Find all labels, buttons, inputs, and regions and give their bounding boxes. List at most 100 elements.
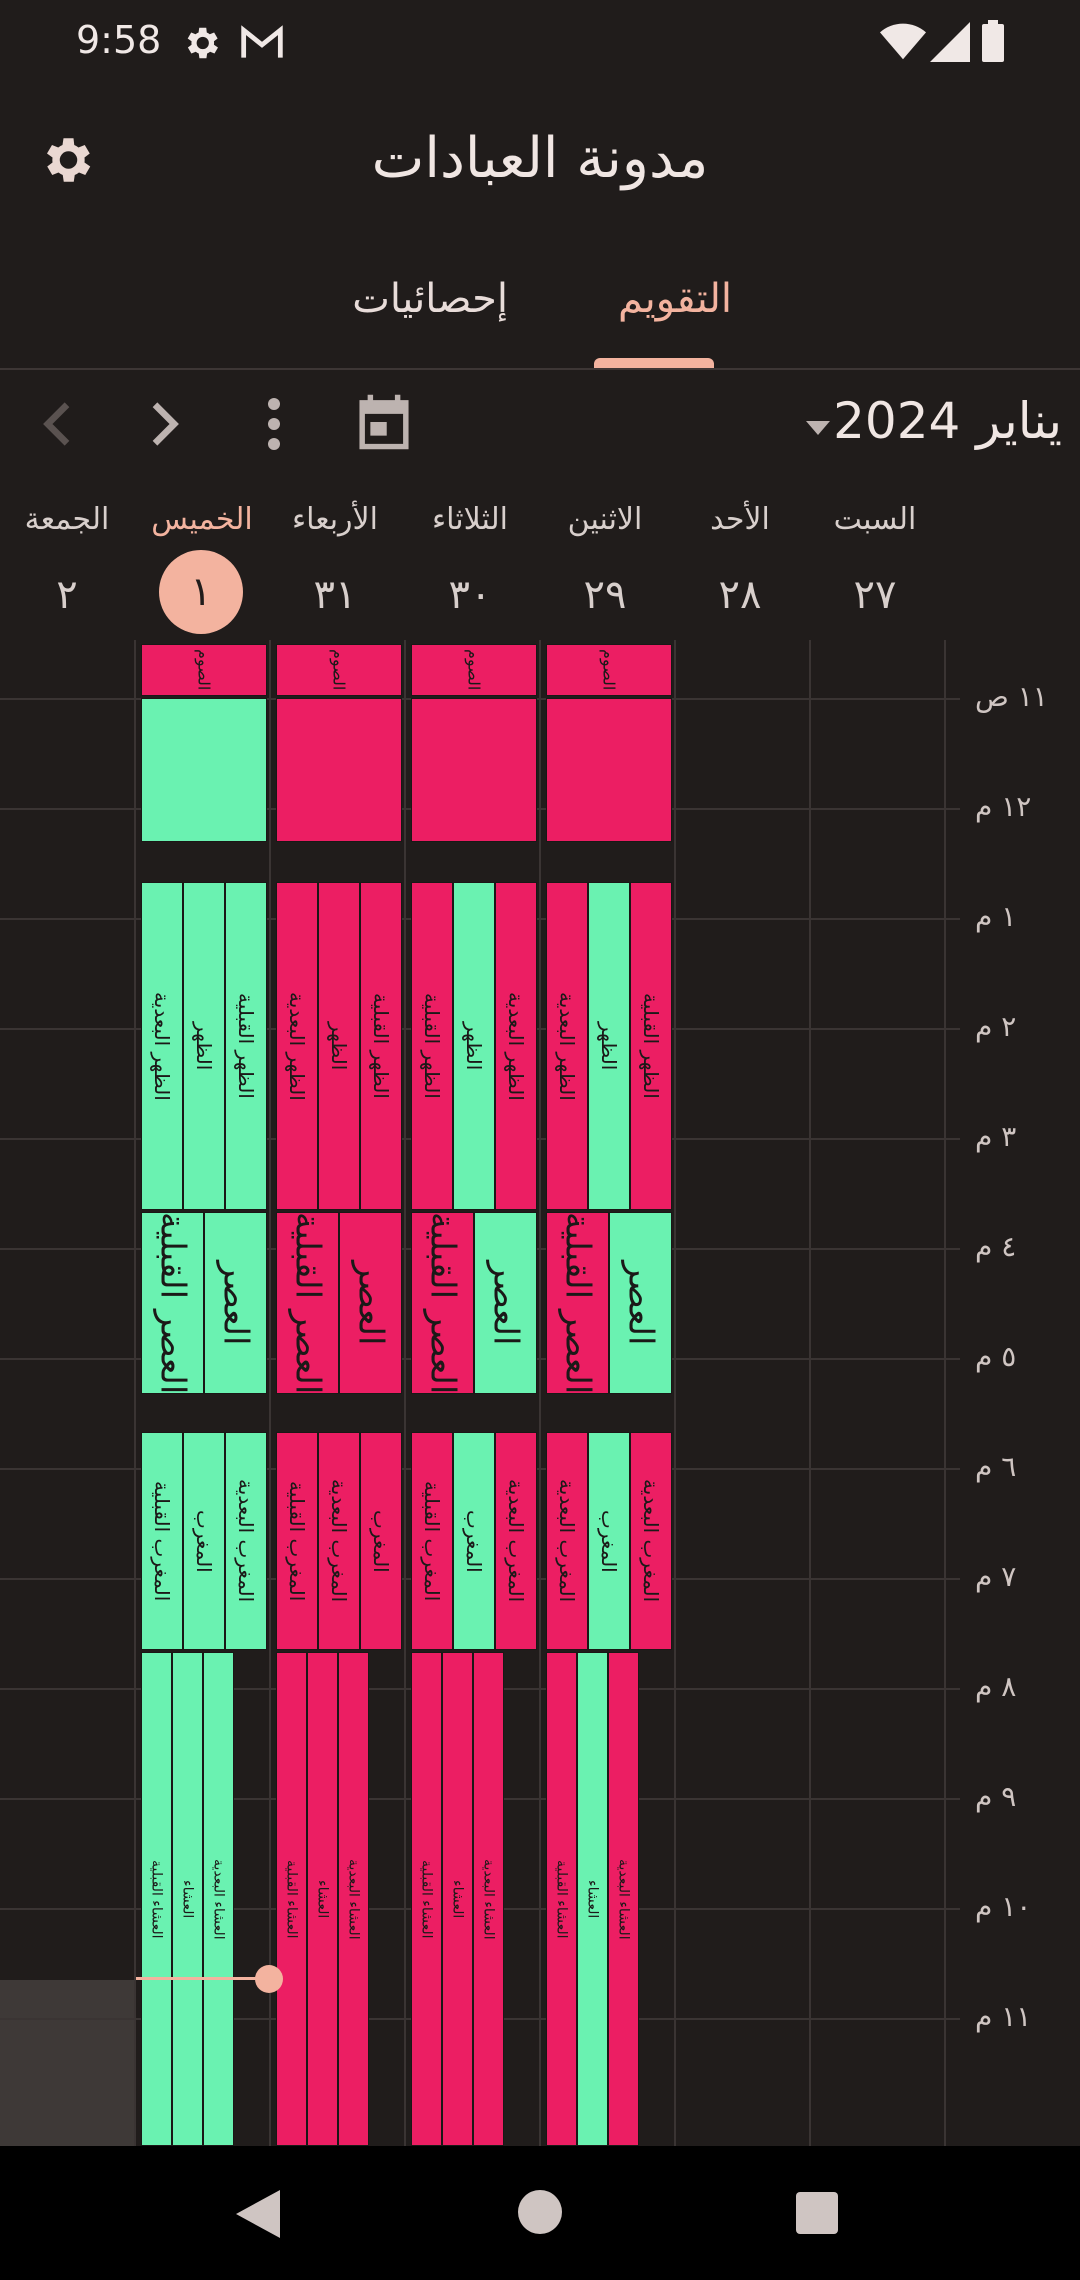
prayer-event-label: المغرب البعدية: [234, 1479, 258, 1603]
prayer-event[interactable]: العصر القبلية: [276, 1212, 339, 1394]
prayer-event[interactable]: المغرب القبلية: [141, 1432, 183, 1650]
prayer-event-label: المغرب: [369, 1509, 393, 1573]
prayer-event[interactable]: المغرب: [183, 1432, 225, 1650]
prayer-event[interactable]: المغرب البعدية: [225, 1432, 267, 1650]
day-number-thu[interactable]: ١: [134, 565, 268, 619]
prayer-event[interactable]: العشاء: [172, 1652, 203, 2146]
day-number-tue[interactable]: ٣٠: [403, 568, 537, 622]
prayer-event[interactable]: الظهر القبلية: [225, 882, 267, 1210]
prayer-event[interactable]: العشاء: [307, 1652, 338, 2146]
month-selector[interactable]: يناير 2024: [833, 392, 1062, 450]
prayer-event-label: العشاء القبلية: [148, 1859, 165, 1939]
prayer-event-label: العشاء البعدية: [345, 1858, 362, 1940]
prayer-event[interactable]: العصر القبلية: [141, 1212, 204, 1394]
prayer-event[interactable]: العشاء القبلية: [276, 1652, 307, 2146]
prayer-event[interactable]: الظهر القبلية: [630, 882, 672, 1210]
prayer-event[interactable]: الظهر القبلية: [411, 882, 453, 1210]
day-number-fri[interactable]: ٢: [0, 568, 134, 622]
fast-block[interactable]: [141, 698, 267, 842]
day-number-sun[interactable]: ٢٨: [673, 568, 807, 622]
prayer-event[interactable]: العصر: [474, 1212, 537, 1394]
today-button[interactable]: [356, 392, 412, 456]
fast-header[interactable]: الصوم: [546, 644, 672, 696]
fast-block[interactable]: [546, 698, 672, 842]
back-triangle-icon[interactable]: [236, 2190, 280, 2242]
dropdown-arrow-icon[interactable]: [806, 420, 830, 439]
day-number-wed[interactable]: ٣١: [268, 568, 402, 622]
home-circle-icon[interactable]: [518, 2190, 562, 2238]
prayer-event-label: المغرب البعدية: [555, 1479, 579, 1603]
day-number-mon[interactable]: ٢٩: [538, 568, 672, 622]
prayer-event-label: العشاء القبلية: [553, 1859, 570, 1939]
prayer-event[interactable]: العشاء البعدية: [203, 1652, 234, 2146]
prayer-event[interactable]: المغرب البعدية: [318, 1432, 360, 1650]
prayer-event[interactable]: المغرب: [588, 1432, 630, 1650]
prayer-event[interactable]: العصر: [339, 1212, 402, 1394]
prayer-event-label: العصر القبلية: [152, 1212, 193, 1394]
prayer-event[interactable]: العشاء البعدية: [338, 1652, 369, 2146]
prayer-event-label: العصر القبلية: [422, 1212, 463, 1394]
grid-column-line: [809, 640, 811, 2146]
fast-block[interactable]: [276, 698, 402, 842]
calendar-grid[interactable]: ١١ ص ١٢ م ١ م ٢ م ٣ م ٤ م ٥ م ٦ م ٧ م ٨ م ٩ م ١٠ م ١…: [0, 640, 1080, 2146]
prayer-event-label: العشاء القبلية: [418, 1859, 435, 1939]
prayer-event[interactable]: الظهر: [588, 882, 630, 1210]
prayer-event-label: الظهر: [327, 1021, 351, 1071]
prayer-event[interactable]: الظهر البعدية: [141, 882, 183, 1210]
prayer-event[interactable]: الظهر: [318, 882, 360, 1210]
chevron-left-icon: [43, 402, 70, 446]
prayer-event[interactable]: العشاء: [442, 1652, 473, 2146]
prayer-event[interactable]: العصر القبلية: [546, 1212, 609, 1394]
prayer-event[interactable]: العشاء البعدية: [608, 1652, 639, 2146]
now-shaded-area: [0, 1980, 134, 2146]
fast-block[interactable]: [411, 698, 537, 842]
fast-header[interactable]: الصوم: [141, 644, 267, 696]
fast-header[interactable]: الصوم: [411, 644, 537, 696]
status-bar: 9:58: [0, 0, 1080, 86]
prayer-event-label: العشاء البعدية: [210, 1858, 227, 1940]
next-button[interactable]: [148, 402, 184, 450]
hour-label: ١١ ص: [975, 680, 1048, 713]
prayer-event[interactable]: الظهر البعدية: [276, 882, 318, 1210]
prayer-event[interactable]: الظهر: [453, 882, 495, 1210]
prayer-event[interactable]: الظهر البعدية: [495, 882, 537, 1210]
prayer-event-label: العصر: [350, 1260, 391, 1346]
prayer-event[interactable]: المغرب القبلية: [276, 1432, 318, 1650]
prayer-event[interactable]: المغرب البعدية: [495, 1432, 537, 1650]
prayer-event[interactable]: العشاء القبلية: [411, 1652, 442, 2146]
prayer-event[interactable]: العصر: [204, 1212, 267, 1394]
prayer-event[interactable]: المغرب القبلية: [411, 1432, 453, 1650]
week-day-header: السبت ٢٧ الأحد ٢٨ الاثنين ٢٩ الثلاثاء ٣٠…: [0, 490, 1080, 640]
fast-label: الصوم: [464, 649, 484, 691]
gmail-icon: [240, 24, 284, 66]
prayer-event[interactable]: الظهر القبلية: [360, 882, 402, 1210]
prayer-event[interactable]: العصر القبلية: [411, 1212, 474, 1394]
prayer-event[interactable]: العشاء البعدية: [473, 1652, 504, 2146]
prayer-event[interactable]: الظهر: [183, 882, 225, 1210]
prayer-event[interactable]: الظهر البعدية: [546, 882, 588, 1210]
prayer-event[interactable]: العشاء القبلية: [546, 1652, 577, 2146]
prayer-event[interactable]: المغرب البعدية: [630, 1432, 672, 1650]
day-name-fri: الجمعة: [24, 502, 110, 537]
prayer-event-label: الظهر القبلية: [420, 993, 444, 1099]
hour-label: ٧ م: [975, 1560, 1017, 1593]
prayer-event[interactable]: العشاء القبلية: [141, 1652, 172, 2146]
prayer-event[interactable]: العصر: [609, 1212, 672, 1394]
more-options-button[interactable]: [262, 398, 286, 454]
hour-label: ٨ م: [975, 1670, 1017, 1703]
prayer-event[interactable]: المغرب البعدية: [546, 1432, 588, 1650]
prayer-event-label: المغرب القبلية: [285, 1480, 309, 1602]
tab-statistics[interactable]: إحصائيات: [352, 276, 508, 322]
day-name-sat: السبت: [833, 502, 917, 537]
prayer-event-label: العشاء: [179, 1879, 196, 1919]
prayer-event[interactable]: المغرب: [453, 1432, 495, 1650]
fast-header[interactable]: الصوم: [276, 644, 402, 696]
prayer-event[interactable]: العشاء: [577, 1652, 608, 2146]
previous-button[interactable]: [38, 402, 74, 450]
prayer-event[interactable]: المغرب: [360, 1432, 402, 1650]
prayer-event-label: الظهر: [192, 1021, 216, 1071]
day-number-sat[interactable]: ٢٧: [808, 568, 942, 622]
recents-square-icon[interactable]: [796, 2192, 838, 2238]
tab-calendar[interactable]: التقويم: [618, 276, 732, 322]
day-name-wed: الأربعاء: [291, 502, 378, 537]
